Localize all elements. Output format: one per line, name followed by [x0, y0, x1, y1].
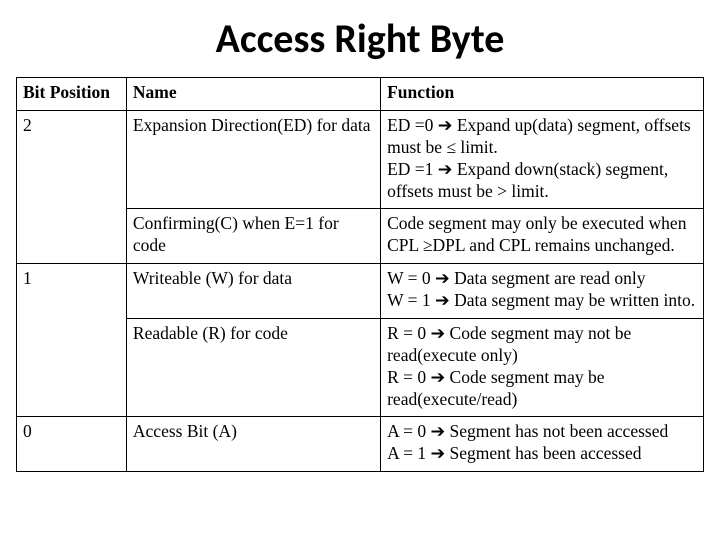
cell-func: ED =0 ➔ Expand up(data) segment, offsets…	[381, 110, 704, 209]
cell-bit: 1	[17, 264, 127, 417]
cell-name: Readable (R) for code	[126, 318, 380, 417]
cell-name: Writeable (W) for data	[126, 264, 380, 319]
col-header-name: Name	[126, 78, 380, 111]
cell-bit: 2	[17, 110, 127, 263]
cell-func: W = 0 ➔ Data segment are read onlyW = 1 …	[381, 264, 704, 319]
page-title: Access Right Byte	[16, 14, 704, 63]
cell-func: A = 0 ➔ Segment has not been accessedA =…	[381, 417, 704, 472]
table-row: 1 Writeable (W) for data W = 0 ➔ Data se…	[17, 264, 704, 319]
col-header-func: Function	[381, 78, 704, 111]
cell-name: Expansion Direction(ED) for data	[126, 110, 380, 209]
cell-bit: 0	[17, 417, 127, 472]
table-header-row: Bit Position Name Function	[17, 78, 704, 111]
cell-func: Code segment may only be executed when C…	[381, 209, 704, 264]
cell-name: Access Bit (A)	[126, 417, 380, 472]
cell-func: R = 0 ➔ Code segment may not be read(exe…	[381, 318, 704, 417]
table-row: 2 Expansion Direction(ED) for data ED =0…	[17, 110, 704, 209]
col-header-bit: Bit Position	[17, 78, 127, 111]
table-row: 0 Access Bit (A) A = 0 ➔ Segment has not…	[17, 417, 704, 472]
slide: Access Right Byte Bit Position Name Func…	[0, 0, 720, 540]
access-right-byte-table: Bit Position Name Function 2 Expansion D…	[16, 77, 704, 472]
cell-name: Confirming(C) when E=1 for code	[126, 209, 380, 264]
